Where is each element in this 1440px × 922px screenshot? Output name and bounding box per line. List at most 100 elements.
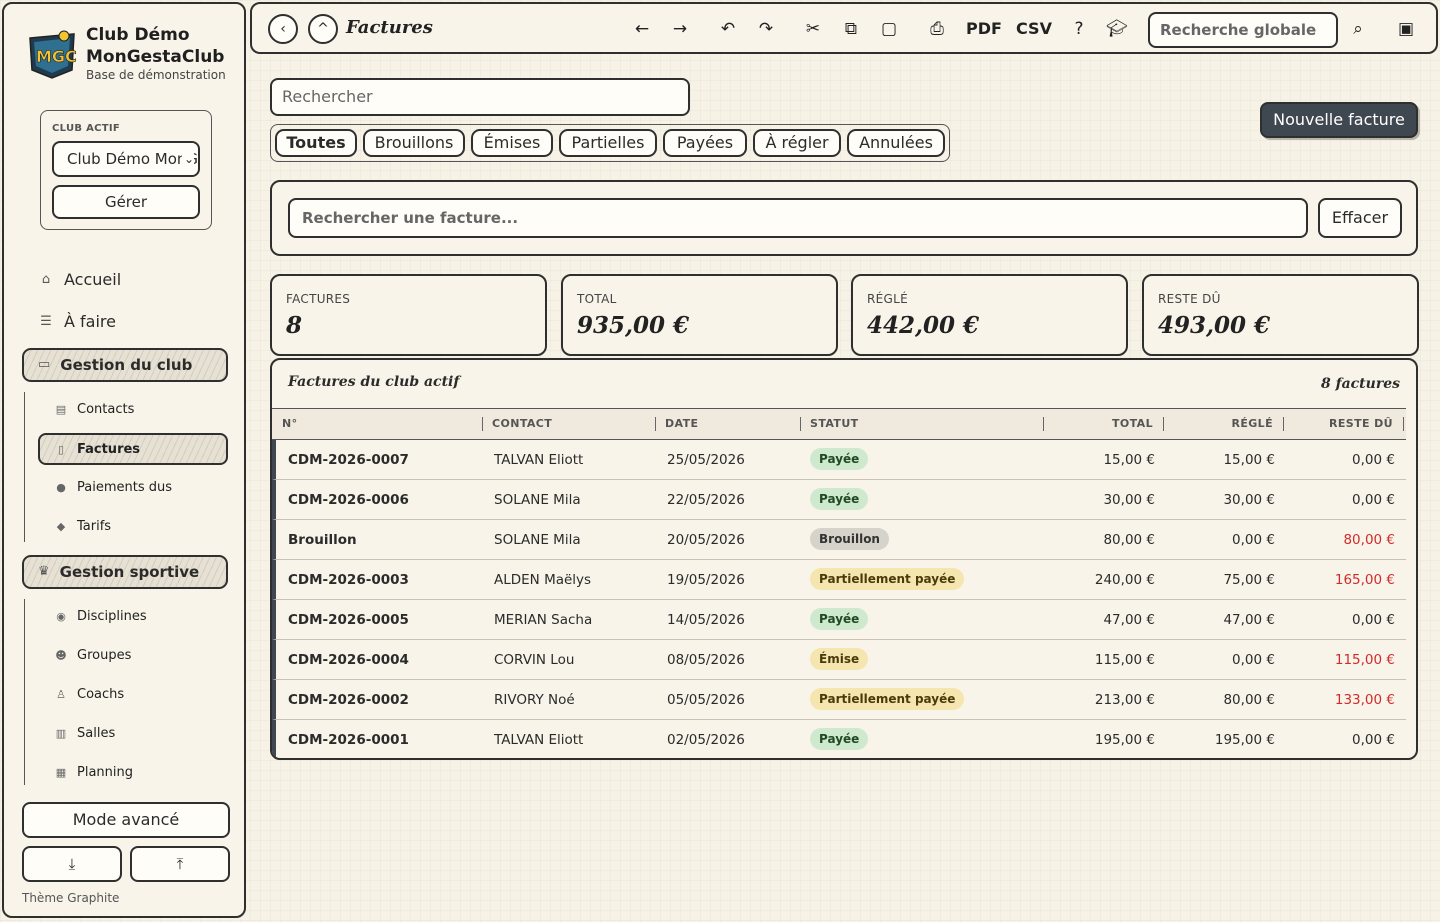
arrow-right-icon[interactable]: →: [668, 18, 692, 40]
arrow-left-icon[interactable]: ←: [630, 18, 654, 40]
col-date[interactable]: DATE: [665, 417, 698, 430]
nav-groups[interactable]: ☻ Groupes: [54, 648, 131, 663]
stat-due-value: 493,00 €: [1158, 312, 1271, 339]
col-status[interactable]: STATUT: [810, 417, 859, 430]
status-badge: Brouillon: [810, 528, 889, 550]
nav-rooms[interactable]: ▥ Salles: [54, 726, 115, 741]
chevron-up-icon: ^: [317, 21, 329, 37]
tab-issued[interactable]: Émises: [471, 129, 553, 157]
invoice-contact: TALVAN Eliott: [494, 732, 584, 748]
advanced-mode-button[interactable]: Mode avancé: [22, 802, 230, 838]
upload-icon: ⤒: [176, 855, 184, 873]
invoice-date: 22/05/2026: [667, 492, 745, 508]
collapse-button[interactable]: ^: [308, 14, 338, 44]
table-row[interactable]: CDM-2026-0006 SOLANE Mila 22/05/2026 Payée 3…: [272, 480, 1406, 520]
table-row[interactable]: CDM-2026-0003 ALDEN Maëlys 19/05/2026 Parti…: [272, 560, 1406, 600]
nav-home[interactable]: ⌂ Accueil: [38, 270, 121, 289]
nav-payments-due-label: Paiements dus: [77, 480, 172, 495]
col-number[interactable]: N°: [282, 417, 298, 430]
col-paid[interactable]: RÉGLÉ: [1173, 417, 1273, 430]
invoice-date: 19/05/2026: [667, 572, 745, 588]
stat-total-label: TOTAL: [577, 292, 617, 306]
table-row[interactable]: Brouillon SOLANE Mila 20/05/2026 Brouillon 8…: [272, 520, 1406, 560]
table-row[interactable]: CDM-2026-0001 TALVAN Eliott 02/05/2026 Payé…: [272, 720, 1406, 758]
tab-cancelled[interactable]: Annulées: [847, 129, 945, 157]
invoice-total: 195,00 €: [1094, 732, 1155, 748]
invoice-due: 115,00 €: [1334, 652, 1395, 668]
invoice-contact: SOLANE Mila: [494, 492, 581, 508]
table-row[interactable]: CDM-2026-0004 CORVIN Lou 08/05/2026 Émise 11…: [272, 640, 1406, 680]
new-invoice-button[interactable]: Nouvelle facture: [1260, 102, 1418, 138]
nav-coaches-label: Coachs: [77, 687, 125, 702]
undo-icon[interactable]: ↶: [716, 18, 740, 40]
section-club-management[interactable]: ▭ Gestion du club: [22, 348, 228, 382]
group-icon: ☻: [55, 649, 67, 662]
nav-groups-label: Groupes: [77, 648, 132, 663]
search-icon[interactable]: ⌕: [1346, 18, 1370, 40]
theme-label: Thème Graphite: [22, 891, 120, 905]
col-contact[interactable]: CONTACT: [492, 417, 552, 430]
scissors-icon[interactable]: ✂: [801, 18, 825, 40]
copy-icon[interactable]: ⧉: [839, 18, 863, 40]
search-input[interactable]: Rechercher: [270, 78, 690, 116]
tab-partial[interactable]: Partielles: [559, 129, 657, 157]
stat-due-label: RESTE DÛ: [1158, 292, 1221, 306]
stat-total-value: 935,00 €: [577, 312, 690, 339]
tab-all[interactable]: Toutes: [275, 129, 357, 157]
invoice-date: 20/05/2026: [667, 532, 745, 548]
redo-icon[interactable]: ↷: [754, 18, 778, 40]
nav-disciplines[interactable]: ◉ Disciplines: [54, 609, 147, 624]
col-total[interactable]: TOTAL: [1053, 417, 1153, 430]
table-row[interactable]: CDM-2026-0005 MERIAN Sacha 14/05/2026 Payée…: [272, 600, 1406, 640]
help-icon[interactable]: ?: [1067, 18, 1091, 40]
save-icon[interactable]: ▣: [1394, 18, 1418, 40]
col-separator: [1043, 417, 1044, 431]
table-row[interactable]: CDM-2026-0007 TALVAN Eliott 25/05/2026 Payé…: [272, 440, 1406, 480]
invoice-search-input[interactable]: Rechercher une facture...: [288, 198, 1308, 238]
pdf-button[interactable]: PDF: [966, 19, 1002, 38]
invoice-due: 0,00 €: [1352, 732, 1395, 748]
nav-disciplines-label: Disciplines: [77, 609, 147, 624]
invoice-total: 80,00 €: [1103, 532, 1155, 548]
tab-paid[interactable]: Payées: [663, 129, 747, 157]
graduation-cap-icon[interactable]: 🎓︎: [1105, 18, 1129, 40]
clear-button[interactable]: Effacer: [1318, 198, 1402, 238]
stat-due: RESTE DÛ 493,00 €: [1142, 274, 1419, 356]
nav-payments-due[interactable]: ● Paiements dus: [54, 480, 172, 495]
nav-todo[interactable]: ☰ À faire: [38, 312, 116, 331]
nav-contacts[interactable]: ▤ Contacts: [54, 402, 135, 417]
club-logo: MGC: [29, 30, 77, 79]
col-separator: [655, 417, 656, 431]
building-icon: ▥: [55, 727, 67, 740]
download-button[interactable]: ⤓: [22, 846, 122, 882]
invoice-total: 115,00 €: [1094, 652, 1155, 668]
clipboard-paste-icon[interactable]: ▢: [877, 18, 901, 40]
nav-planning-label: Planning: [77, 765, 133, 780]
global-search-input[interactable]: Recherche globale: [1148, 12, 1338, 48]
nav-coaches[interactable]: ♙ Coachs: [54, 687, 124, 702]
tab-to-settle[interactable]: À régler: [753, 129, 841, 157]
invoice-contact: CORVIN Lou: [494, 652, 575, 668]
stat-invoices: FACTURES 8: [270, 274, 547, 356]
invoice-due: 0,00 €: [1352, 492, 1395, 508]
nav-planning[interactable]: ▦ Planning: [54, 765, 133, 780]
status-badge: Payée: [810, 488, 869, 510]
upload-button[interactable]: ⤒: [130, 846, 230, 882]
tab-drafts[interactable]: Brouillons: [363, 129, 465, 157]
invoice-due: 133,00 €: [1334, 692, 1395, 708]
manage-club-button[interactable]: Gérer: [52, 185, 200, 219]
invoice-paid: 75,00 €: [1223, 572, 1275, 588]
section-club-label: Gestion du club: [60, 356, 193, 374]
back-button[interactable]: ‹: [268, 14, 298, 44]
table-row[interactable]: CDM-2026-0002 RIVORY Noé 05/05/2026 Partiel…: [272, 680, 1406, 720]
csv-button[interactable]: CSV: [1016, 19, 1052, 38]
active-club-box: CLUB ACTIF Club Démo MonGestaClub ⌄ Gére…: [40, 110, 212, 230]
nav-invoices[interactable]: ▯ Factures: [38, 433, 228, 465]
section-sport-management[interactable]: ♛ Gestion sportive: [22, 555, 228, 589]
nav-rooms-label: Salles: [77, 726, 116, 741]
nav-invoices-label: Factures: [77, 441, 141, 457]
printer-icon[interactable]: ⎙: [925, 18, 949, 40]
active-club-select[interactable]: Club Démo MonGestaClub ⌄: [52, 141, 200, 177]
nav-rates[interactable]: ◆ Tarifs: [54, 519, 111, 534]
col-due[interactable]: RESTE DÛ: [1293, 417, 1393, 430]
